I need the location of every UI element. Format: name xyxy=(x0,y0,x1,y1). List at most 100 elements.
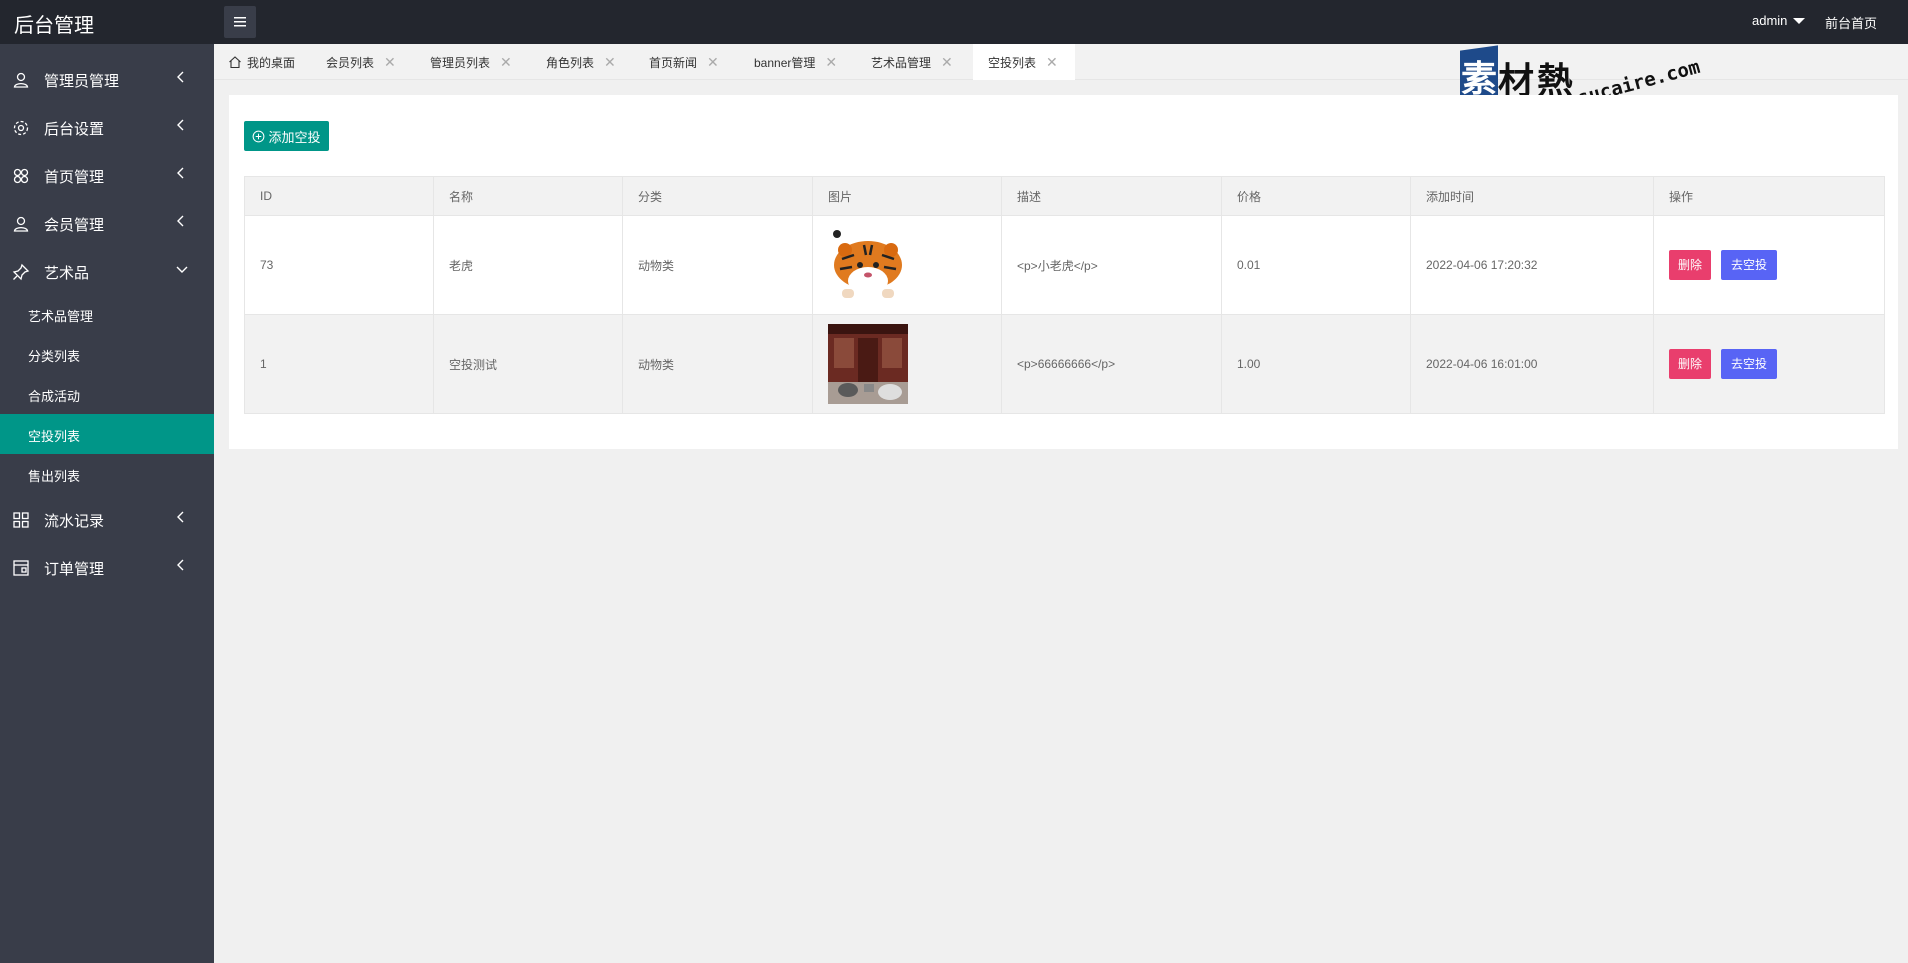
sidebar-item-label: 后台设置 xyxy=(44,121,105,138)
column-header: 分类 xyxy=(622,176,813,216)
close-icon[interactable]: ✕ xyxy=(707,54,719,71)
cell-name: 空投测试 xyxy=(433,314,623,414)
sidebar-item-orders[interactable]: 订单管理 xyxy=(0,544,214,592)
tab-role-list[interactable]: 角色列表 ✕ xyxy=(546,44,616,80)
cell-category: 动物类 xyxy=(622,215,813,315)
sidebar-item-label: 订单管理 xyxy=(44,561,105,578)
tab-my-desktop[interactable]: 我的桌面 xyxy=(228,44,295,80)
cell-category: 动物类 xyxy=(622,314,813,414)
delete-button[interactable]: 删除 xyxy=(1669,250,1712,280)
shop-front-thumbnail xyxy=(828,324,908,404)
sidebar-item-settings[interactable]: 后台设置 xyxy=(0,104,214,152)
tab-label: 空投列表 xyxy=(988,55,1037,70)
plus-circle-icon xyxy=(253,130,265,142)
sidebar-subitem-category-list[interactable]: 分类列表 xyxy=(0,334,214,374)
user-icon xyxy=(13,72,29,88)
sidebar-item-homepage[interactable]: 首页管理 xyxy=(0,152,214,200)
user-icon xyxy=(13,216,29,232)
cell-price: 0.01 xyxy=(1221,215,1411,315)
cell-time: 2022-04-06 16:01:00 xyxy=(1410,314,1654,414)
column-header: 添加时间 xyxy=(1410,176,1654,216)
flower-icon xyxy=(13,168,29,184)
table-row: 73 老虎 动物类 <p>小老虎</p> 0.01 2022-04-06 17:… xyxy=(244,215,1885,315)
close-icon[interactable]: ✕ xyxy=(1046,54,1058,71)
sidebar-subitem-airdrop-list[interactable]: 空投列表 xyxy=(0,414,214,454)
sidebar-subitem-label: 合成活动 xyxy=(28,389,81,404)
column-header: 图片 xyxy=(812,176,1002,216)
form-icon xyxy=(13,560,29,576)
cell-description: <p>66666666</p> xyxy=(1001,314,1222,414)
menu-toggle-button[interactable] xyxy=(224,6,256,38)
tab-home-news[interactable]: 首页新闻 ✕ xyxy=(649,44,719,80)
table-header-row: ID 名称 分类 图片 描述 价格 添加时间 操作 xyxy=(244,176,1885,216)
add-airdrop-label: 添加空投 xyxy=(268,129,321,145)
user-menu[interactable]: admin xyxy=(1752,13,1806,28)
home-icon xyxy=(229,56,241,69)
chevron-left-icon xyxy=(177,71,184,83)
sidebar-subitem-label: 空投列表 xyxy=(28,429,81,444)
cell-image xyxy=(812,215,1002,315)
sidebar-item-artworks[interactable]: 艺术品 xyxy=(0,248,214,296)
tab-label: 艺术品管理 xyxy=(871,55,932,70)
close-icon[interactable]: ✕ xyxy=(500,54,512,71)
column-header: 价格 xyxy=(1221,176,1411,216)
chevron-left-icon xyxy=(177,511,184,523)
pin-icon xyxy=(12,263,30,281)
sidebar-subitem-sold-list[interactable]: 售出列表 xyxy=(0,454,214,494)
chevron-down-icon xyxy=(176,266,188,273)
column-header: 名称 xyxy=(433,176,623,216)
cell-id: 73 xyxy=(244,215,434,315)
hamburger-icon xyxy=(234,17,246,27)
chevron-left-icon xyxy=(177,119,184,131)
close-icon[interactable]: ✕ xyxy=(825,54,837,71)
close-icon[interactable]: ✕ xyxy=(384,54,396,71)
tab-banner-management[interactable]: banner管理 ✕ xyxy=(754,44,837,80)
sidebar-subitem-label: 售出列表 xyxy=(28,469,81,484)
cell-actions: 删除 去空投 xyxy=(1653,314,1885,414)
tab-label: 我的桌面 xyxy=(247,55,296,70)
cell-name: 老虎 xyxy=(433,215,623,315)
airdrop-button[interactable]: 去空投 xyxy=(1721,349,1778,379)
close-icon[interactable]: ✕ xyxy=(941,54,953,71)
sidebar-item-label: 会员管理 xyxy=(44,217,105,234)
sidebar: 管理员管理 后台设置 首页管理 会员管理 艺术品 艺术品管理 分类列表 合成活动… xyxy=(0,44,214,963)
sidebar-subitem-label: 分类列表 xyxy=(28,349,81,364)
tab-label: 会员列表 xyxy=(326,55,375,70)
add-airdrop-button[interactable]: 添加空投 xyxy=(244,121,329,151)
tab-artwork-management[interactable]: 艺术品管理 ✕ xyxy=(871,44,953,80)
column-header: 操作 xyxy=(1653,176,1885,216)
sidebar-item-transactions[interactable]: 流水记录 xyxy=(0,496,214,544)
sidebar-item-label: 管理员管理 xyxy=(44,73,120,90)
sidebar-item-admin[interactable]: 管理员管理 xyxy=(0,56,214,104)
cell-price: 1.00 xyxy=(1221,314,1411,414)
sidebar-subitem-label: 艺术品管理 xyxy=(28,309,94,324)
app-title: 后台管理 xyxy=(14,15,94,37)
sidebar-item-label: 流水记录 xyxy=(44,513,105,530)
cell-actions: 删除 去空投 xyxy=(1653,215,1885,315)
close-icon[interactable]: ✕ xyxy=(604,54,616,71)
cell-description: <p>小老虎</p> xyxy=(1001,215,1222,315)
column-header: ID xyxy=(244,176,434,216)
table-row: 1 空投测试 动物类 <p>66666666</p> 1.00 2022-04-… xyxy=(244,314,1885,414)
gear-icon xyxy=(13,120,29,136)
sidebar-subitem-synthesis[interactable]: 合成活动 xyxy=(0,374,214,414)
tab-admin-list[interactable]: 管理员列表 ✕ xyxy=(430,44,512,80)
delete-button[interactable]: 删除 xyxy=(1669,349,1712,379)
chevron-left-icon xyxy=(177,215,184,227)
tab-label: 首页新闻 xyxy=(649,55,698,70)
sidebar-item-label: 艺术品 xyxy=(44,265,90,282)
tab-label: 角色列表 xyxy=(546,55,595,70)
caret-down-icon xyxy=(1793,17,1806,24)
front-page-link[interactable]: 前台首页 xyxy=(1825,13,1877,32)
sidebar-subitem-artwork-management[interactable]: 艺术品管理 xyxy=(0,294,214,334)
tab-airdrop-list[interactable]: 空投列表 ✕ xyxy=(973,44,1075,80)
airdrop-button[interactable]: 去空投 xyxy=(1721,250,1778,280)
tab-member-list[interactable]: 会员列表 ✕ xyxy=(326,44,396,80)
cell-time: 2022-04-06 17:20:32 xyxy=(1410,215,1654,315)
top-bar: 后台管理 admin 前台首页 xyxy=(0,0,1908,44)
chevron-left-icon xyxy=(177,167,184,179)
cell-image xyxy=(812,314,1002,414)
content-card: 添加空投 ID 名称 分类 图片 描述 价格 添加时间 操作 73 老虎 动物类 xyxy=(229,95,1898,449)
sidebar-item-members[interactable]: 会员管理 xyxy=(0,200,214,248)
tiger-thumbnail xyxy=(828,225,908,305)
